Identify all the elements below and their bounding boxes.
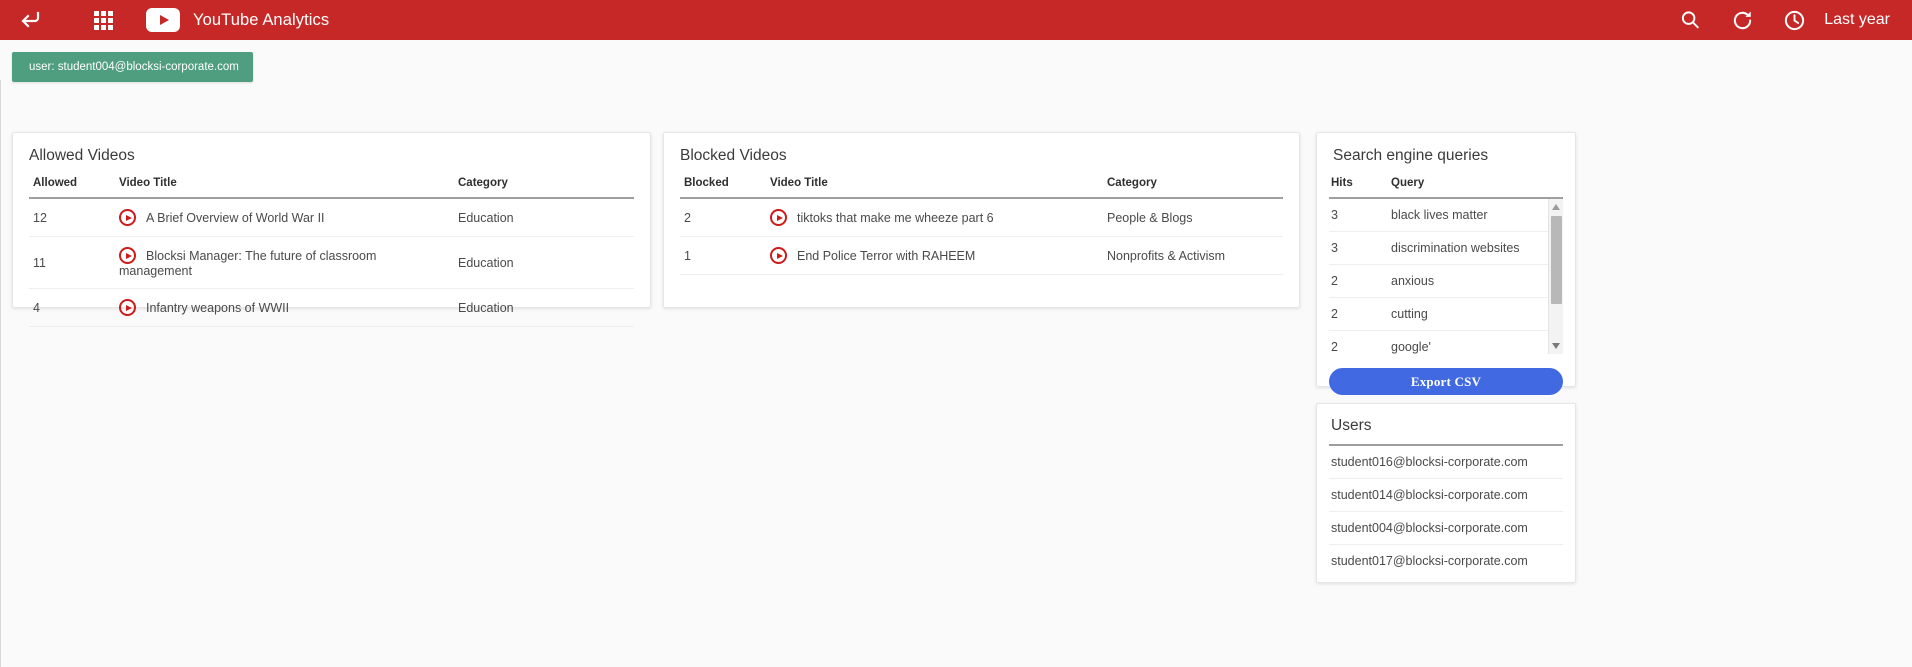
table-header-row: Hits Query: [1329, 171, 1563, 199]
column-header-video-title: Video Title: [115, 171, 454, 199]
video-title-text: tiktoks that make me wheeze part 6: [797, 211, 994, 225]
allowed-video-title-cell[interactable]: Blocksi Manager: The future of classroom…: [115, 236, 454, 289]
users-title: Users: [1329, 404, 1563, 446]
app-window: YouTube Analytics Last year user: studen…: [0, 0, 1912, 667]
blocked-videos-table-wrap: Blocked Video Title Category 2 tiktoks t…: [664, 171, 1299, 275]
search-queries-table: 3 black lives matter 3 discrimination we…: [1329, 199, 1563, 354]
list-item[interactable]: student016@blocksi-corporate.com: [1329, 446, 1563, 479]
table-row[interactable]: 1 End Police Terror with RAHEEM Nonprofi…: [680, 236, 1283, 275]
search-queries-scrollbar[interactable]: [1548, 199, 1563, 354]
allowed-videos-title: Allowed Videos: [29, 147, 135, 164]
allowed-category: Education: [454, 288, 634, 327]
users-list: student016@blocksi-corporate.com student…: [1329, 446, 1563, 577]
allowed-video-title-cell[interactable]: A Brief Overview of World War II: [115, 198, 454, 237]
query-text: cutting: [1389, 297, 1563, 331]
column-header-video-title: Video Title: [766, 171, 1103, 199]
column-header-query: Query: [1389, 171, 1563, 199]
query-hits: 2: [1329, 297, 1389, 331]
top-app-bar: YouTube Analytics Last year: [0, 0, 1912, 40]
search-queries-header-wrap: Hits Query: [1317, 171, 1575, 199]
video-title-text: End Police Terror with RAHEEM: [797, 249, 976, 263]
query-text: discrimination websites: [1389, 231, 1563, 265]
table-row[interactable]: 11 Blocksi Manager: The future of classr…: [29, 236, 634, 289]
table-row[interactable]: 2 cutting: [1329, 297, 1563, 331]
table-header-row: Blocked Video Title Category: [680, 171, 1283, 199]
allowed-videos-table-wrap: Allowed Video Title Category 12 A Brief …: [13, 171, 650, 327]
clock-icon: [1784, 10, 1804, 30]
table-row[interactable]: 4 Infantry weapons of WWII Education: [29, 288, 634, 327]
blocked-videos-card: Blocked Videos Blocked Video Title Categ…: [663, 132, 1300, 308]
table-row[interactable]: 2 google': [1329, 330, 1563, 354]
scroll-up-arrow-icon[interactable]: [1552, 204, 1560, 210]
time-range-button[interactable]: [1774, 0, 1814, 40]
search-button[interactable]: [1670, 0, 1710, 40]
blocked-videos-table: Blocked Video Title Category 2 tiktoks t…: [680, 171, 1283, 275]
time-range-label[interactable]: Last year: [1824, 11, 1890, 29]
export-csv-button[interactable]: Export CSV: [1329, 368, 1563, 395]
refresh-icon: [1733, 10, 1751, 29]
allowed-count: 11: [29, 236, 115, 289]
play-icon: [770, 247, 787, 264]
back-button[interactable]: [14, 3, 48, 37]
video-title-text: Infantry weapons of WWII: [146, 301, 290, 315]
app-grid-icon: [93, 10, 113, 30]
refresh-button[interactable]: [1722, 0, 1762, 40]
play-icon: [770, 209, 787, 226]
list-item[interactable]: student004@blocksi-corporate.com: [1329, 512, 1563, 545]
blocked-category: People & Blogs: [1103, 198, 1283, 237]
youtube-logo-icon: [146, 8, 180, 32]
column-header-category: Category: [454, 171, 634, 199]
scrollbar-thumb[interactable]: [1551, 216, 1562, 304]
query-text: black lives matter: [1389, 199, 1563, 232]
page-content: user: student004@blocksi-corporate.com A…: [0, 40, 1912, 667]
query-text: google': [1389, 330, 1563, 354]
search-queries-title: Search engine queries: [1333, 147, 1489, 164]
column-header-hits: Hits: [1329, 171, 1389, 199]
video-title-text: Blocksi Manager: The future of classroom…: [119, 249, 377, 278]
list-item[interactable]: student017@blocksi-corporate.com: [1329, 545, 1563, 577]
query-hits: 2: [1329, 330, 1389, 354]
blocked-count: 1: [680, 236, 766, 275]
column-header-allowed: Allowed: [29, 171, 115, 199]
list-item[interactable]: student014@blocksi-corporate.com: [1329, 479, 1563, 512]
play-icon: [119, 209, 136, 226]
table-row[interactable]: 2 anxious: [1329, 264, 1563, 298]
blocked-video-title-cell[interactable]: tiktoks that make me wheeze part 6: [766, 198, 1103, 237]
play-icon: [119, 299, 136, 316]
allowed-count: 12: [29, 198, 115, 237]
users-card: Users student016@blocksi-corporate.com s…: [1316, 403, 1576, 583]
query-hits: 2: [1329, 264, 1389, 298]
search-queries-scroll-region[interactable]: 3 black lives matter 3 discrimination we…: [1329, 199, 1563, 354]
blocked-count: 2: [680, 198, 766, 237]
allowed-category: Education: [454, 236, 634, 289]
page-title: YouTube Analytics: [193, 10, 330, 29]
allowed-count: 4: [29, 288, 115, 327]
page-left-border: [0, 80, 1, 667]
column-header-blocked: Blocked: [680, 171, 766, 199]
blocked-category: Nonprofits & Activism: [1103, 236, 1283, 275]
allowed-category: Education: [454, 198, 634, 237]
query-text: anxious: [1389, 264, 1563, 298]
table-header-row: Allowed Video Title Category: [29, 171, 634, 199]
table-row[interactable]: 12 A Brief Overview of World War II Educ…: [29, 198, 634, 237]
table-row[interactable]: 3 discrimination websites: [1329, 231, 1563, 265]
search-queries-card: Search engine queries Hits Query 3 black…: [1316, 132, 1576, 395]
status-badge-user: user: student004@blocksi-corporate.com: [12, 52, 253, 82]
allowed-videos-table: Allowed Video Title Category 12 A Brief …: [29, 171, 634, 327]
play-icon: [119, 247, 136, 264]
app-grid-button[interactable]: [86, 3, 120, 37]
query-hits: 3: [1329, 199, 1389, 232]
allowed-video-title-cell[interactable]: Infantry weapons of WWII: [115, 288, 454, 327]
table-row[interactable]: 3 black lives matter: [1329, 199, 1563, 232]
blocked-video-title-cell[interactable]: End Police Terror with RAHEEM: [766, 236, 1103, 275]
video-title-text: A Brief Overview of World War II: [146, 211, 325, 225]
column-header-category: Category: [1103, 171, 1283, 199]
search-icon: [1682, 11, 1699, 29]
scroll-down-arrow-icon[interactable]: [1552, 343, 1560, 349]
search-queries-header-table: Hits Query: [1329, 171, 1563, 199]
allowed-videos-card: Allowed Videos Allowed Video Title Categ…: [12, 132, 651, 327]
table-row[interactable]: 2 tiktoks that make me wheeze part 6 Peo…: [680, 198, 1283, 237]
blocked-videos-title: Blocked Videos: [680, 147, 787, 164]
query-hits: 3: [1329, 231, 1389, 265]
